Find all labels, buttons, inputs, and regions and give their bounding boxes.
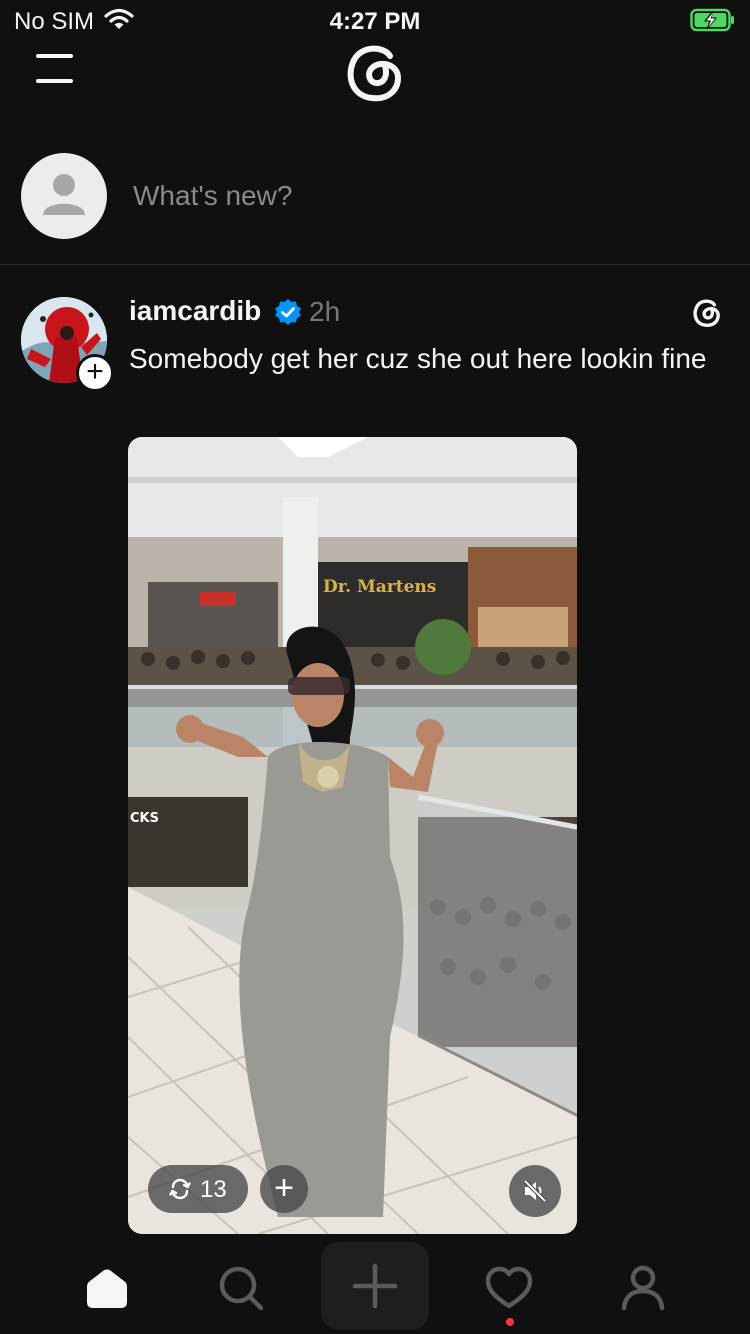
clock: 4:27 PM <box>329 8 421 35</box>
store-sign: CKS <box>130 811 159 826</box>
follow-plus-button[interactable]: + <box>76 354 114 392</box>
menu-button[interactable] <box>36 52 76 86</box>
post-video[interactable]: Dr. Martens CKS 13 + <box>128 437 577 1234</box>
video-frame: Dr. Martens CKS <box>128 437 577 1234</box>
menu-line <box>36 79 73 83</box>
search-icon[interactable] <box>213 1260 269 1316</box>
composer[interactable]: What's new? <box>0 150 750 250</box>
menu-line <box>36 54 73 58</box>
repost-count: 13 <box>200 1176 227 1203</box>
post-text: Somebody get her cuz she out here lookin… <box>129 343 707 374</box>
notification-dot <box>506 1318 514 1326</box>
home-icon[interactable] <box>79 1260 135 1316</box>
profile-icon[interactable] <box>615 1260 671 1316</box>
composer-input[interactable]: What's new? <box>133 180 292 212</box>
store-sign: Dr. Martens <box>323 577 436 597</box>
post-username[interactable]: iamcardib <box>129 295 261 327</box>
post-timestamp: 2h <box>309 296 341 327</box>
threads-feed-screen: No SIM 4:27 PM What's new? + iamcardib 2… <box>0 0 750 1334</box>
repost-icon <box>168 1177 192 1201</box>
threads-logo-icon[interactable] <box>340 38 410 108</box>
plus-icon[interactable]: + <box>260 1165 308 1213</box>
muted-speaker-icon[interactable] <box>509 1165 561 1217</box>
activity-heart-icon[interactable] <box>481 1260 537 1316</box>
verified-badge-icon <box>274 298 302 326</box>
threads-app-icon[interactable] <box>690 296 724 330</box>
repost-count-pill[interactable]: 13 <box>148 1165 248 1213</box>
default-avatar-icon <box>21 153 107 239</box>
new-thread-icon[interactable] <box>321 1242 429 1330</box>
divider <box>0 264 750 265</box>
battery-charging-icon <box>690 8 736 39</box>
status-bar: No SIM 4:27 PM <box>0 0 750 40</box>
tab-bar <box>0 1240 750 1334</box>
